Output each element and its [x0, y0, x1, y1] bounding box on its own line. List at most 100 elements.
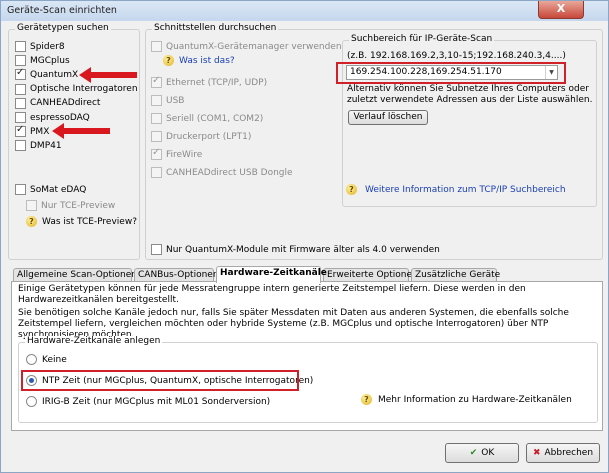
help-icon: ? — [26, 216, 37, 227]
arrow-shaft — [90, 72, 137, 78]
clear-history-button[interactable]: Verlauf löschen — [348, 110, 428, 125]
tab[interactable]: Zusätzliche Geräte — [411, 268, 500, 282]
checkbox-box[interactable] — [15, 67, 26, 81]
time-channel-radio[interactable]: Keine — [26, 354, 67, 365]
checkbox-box[interactable] — [15, 41, 26, 52]
radio-button[interactable] — [26, 354, 37, 365]
help-icon: ? — [163, 55, 174, 66]
red-arrow-pmx — [52, 123, 110, 139]
device-type-checkbox[interactable]: CANHEADdirect — [15, 97, 101, 109]
interfaces-title: Schnittstellen durchsuchen — [152, 23, 279, 33]
quantumx-manager-label: QuantumX-Gerätemanager verwenden — [166, 41, 342, 52]
checkbox-box[interactable] — [15, 83, 26, 95]
radio-label: IRIG-B Zeit (nur MGCplus mit ML01 Sonder… — [42, 396, 271, 407]
ok-button[interactable]: ✔ OK — [445, 443, 519, 463]
device-type-label: CANHEADdirect — [30, 98, 101, 109]
interface-checkbox[interactable]: USB — [151, 95, 184, 106]
checkbox-box[interactable] — [151, 75, 162, 88]
interface-checkbox[interactable]: Druckerport (LPT1) — [151, 131, 251, 142]
old-firmware-checkbox[interactable]: Nur QuantumX-Module mit Firmware älter a… — [151, 244, 440, 255]
device-type-label: espressoDAQ — [30, 112, 90, 123]
tab[interactable]: CANBus-Optionen — [134, 268, 219, 282]
tce-preview-checkbox[interactable]: Nur TCE-Preview — [26, 200, 115, 211]
tce-help-link[interactable]: Was ist TCE-Preview? — [42, 217, 137, 227]
checkbox-box[interactable] — [15, 112, 26, 123]
help-icon: ? — [346, 184, 357, 195]
tab[interactable]: Allgemeine Scan-Optionen — [13, 268, 137, 282]
somat-label: SoMat eDAQ — [30, 184, 87, 195]
help-icon: ? — [361, 394, 372, 405]
checkbox-box[interactable] — [15, 124, 26, 138]
hardware-time-more-info-link[interactable]: Mehr Information zu Hardware-Zeitkanälen — [378, 395, 572, 405]
interface-label: Ethernet (TCP/IP, UDP) — [166, 77, 268, 88]
ntp-option-highlight — [21, 370, 299, 391]
tcpip-more-info-link[interactable]: Weitere Information zum TCP/IP Suchberei… — [365, 185, 566, 195]
checkbox-box[interactable] — [15, 97, 26, 109]
window-title: Geräte-Scan einrichten — [7, 5, 117, 16]
red-arrow-quantumx — [79, 67, 137, 83]
old-firmware-label: Nur QuantumX-Module mit Firmware älter a… — [166, 244, 440, 255]
interface-label: FireWire — [166, 149, 203, 160]
tab[interactable]: Erweiterte Optionen — [323, 268, 418, 282]
arrow-shaft — [63, 128, 110, 134]
cancel-x-icon: ✖ — [532, 448, 541, 458]
hardware-time-description-1: Einige Gerätetypen können für jede Messr… — [18, 284, 526, 305]
title-bar[interactable]: Geräte-Scan einrichten X — [1, 1, 608, 21]
cancel-button[interactable]: ✖ Abbrechen — [526, 443, 600, 463]
ip-scan-example: (z.B. 192.168.169.2,3,10-15;192.168.240.… — [347, 51, 566, 61]
tce-help[interactable]: ? Was ist TCE-Preview? — [26, 216, 137, 227]
time-channel-radio[interactable]: IRIG-B Zeit (nur MGCplus mit ML01 Sonder… — [26, 396, 270, 407]
what-is-that-link[interactable]: Was ist das? — [179, 56, 235, 66]
close-button[interactable]: X — [538, 1, 584, 19]
checkbox-box[interactable] — [151, 131, 162, 142]
cancel-label: Abbrechen — [544, 448, 594, 458]
device-type-checkbox[interactable]: PMX — [15, 124, 50, 138]
somat-checkbox-box[interactable] — [15, 184, 26, 195]
checkbox-box[interactable] — [151, 167, 162, 178]
device-type-checkbox[interactable]: MGCplus — [15, 55, 70, 67]
ip-scan-hint: Alternativ können Sie Subnetze Ihres Com… — [347, 84, 593, 105]
checkbox-box[interactable] — [151, 147, 162, 160]
device-type-checkbox[interactable]: DMP41 — [15, 140, 62, 152]
checkbox-box[interactable] — [15, 140, 26, 152]
interface-label: CANHEADdirect USB Dongle — [166, 167, 293, 178]
old-firmware-box[interactable] — [151, 244, 162, 255]
interface-checkbox[interactable]: CANHEADdirect USB Dongle — [151, 167, 293, 178]
device-type-checkbox[interactable]: espressoDAQ — [15, 112, 90, 123]
interface-label: USB — [166, 95, 185, 106]
device-type-checkbox[interactable]: Optische Interrogatoren — [15, 83, 138, 95]
tce-preview-box[interactable] — [26, 200, 37, 211]
device-type-label: DMP41 — [30, 140, 62, 151]
quantumx-manager-box[interactable] — [151, 41, 162, 52]
interface-checkbox[interactable]: Seriell (COM1, COM2) — [151, 113, 263, 124]
checkbox-box[interactable] — [151, 95, 162, 106]
device-type-label: PMX — [30, 126, 50, 137]
interface-label: Seriell (COM1, COM2) — [166, 113, 264, 124]
tce-preview-label: Nur TCE-Preview — [41, 200, 116, 211]
interface-label: Druckerport (LPT1) — [166, 131, 252, 142]
checkmark-icon: ✔ — [469, 448, 478, 458]
device-type-checkbox[interactable]: Spider8 — [15, 41, 65, 52]
tcpip-more-info[interactable]: ? Weitere Information zum TCP/IP Suchber… — [346, 184, 566, 195]
radio-button[interactable] — [26, 396, 37, 407]
quantumx-manager-checkbox[interactable]: QuantumX-Gerätemanager verwenden — [151, 41, 342, 52]
ip-scan-title: Suchbereich für IP-Geräte-Scan — [349, 34, 495, 44]
tab[interactable]: Hardware-Zeitkanäle — [216, 266, 327, 283]
ip-range-highlight — [336, 62, 566, 84]
somat-edaq-checkbox[interactable]: SoMat eDAQ — [15, 184, 86, 195]
radio-label: Keine — [42, 354, 67, 365]
what-is-that-help[interactable]: ? Was ist das? — [163, 55, 235, 66]
hardware-time-group-title: Hardware-Zeitkanäle anlegen — [25, 336, 163, 346]
checkbox-box[interactable] — [151, 113, 162, 124]
hardware-time-more-info[interactable]: ? Mehr Information zu Hardware-Zeitkanäl… — [361, 394, 572, 405]
ok-label: OK — [481, 448, 495, 458]
device-type-label: MGCplus — [30, 55, 70, 66]
device-type-label: Optische Interrogatoren — [30, 84, 138, 95]
interface-checkbox[interactable]: FireWire — [151, 147, 203, 160]
checkbox-box[interactable] — [15, 55, 26, 67]
interface-checkbox[interactable]: Ethernet (TCP/IP, UDP) — [151, 75, 268, 88]
device-type-label: QuantumX — [30, 69, 79, 80]
device-type-checkbox[interactable]: QuantumX — [15, 67, 79, 81]
device-type-label: Spider8 — [30, 41, 65, 52]
device-types-title: Gerätetypen suchen — [15, 23, 111, 33]
